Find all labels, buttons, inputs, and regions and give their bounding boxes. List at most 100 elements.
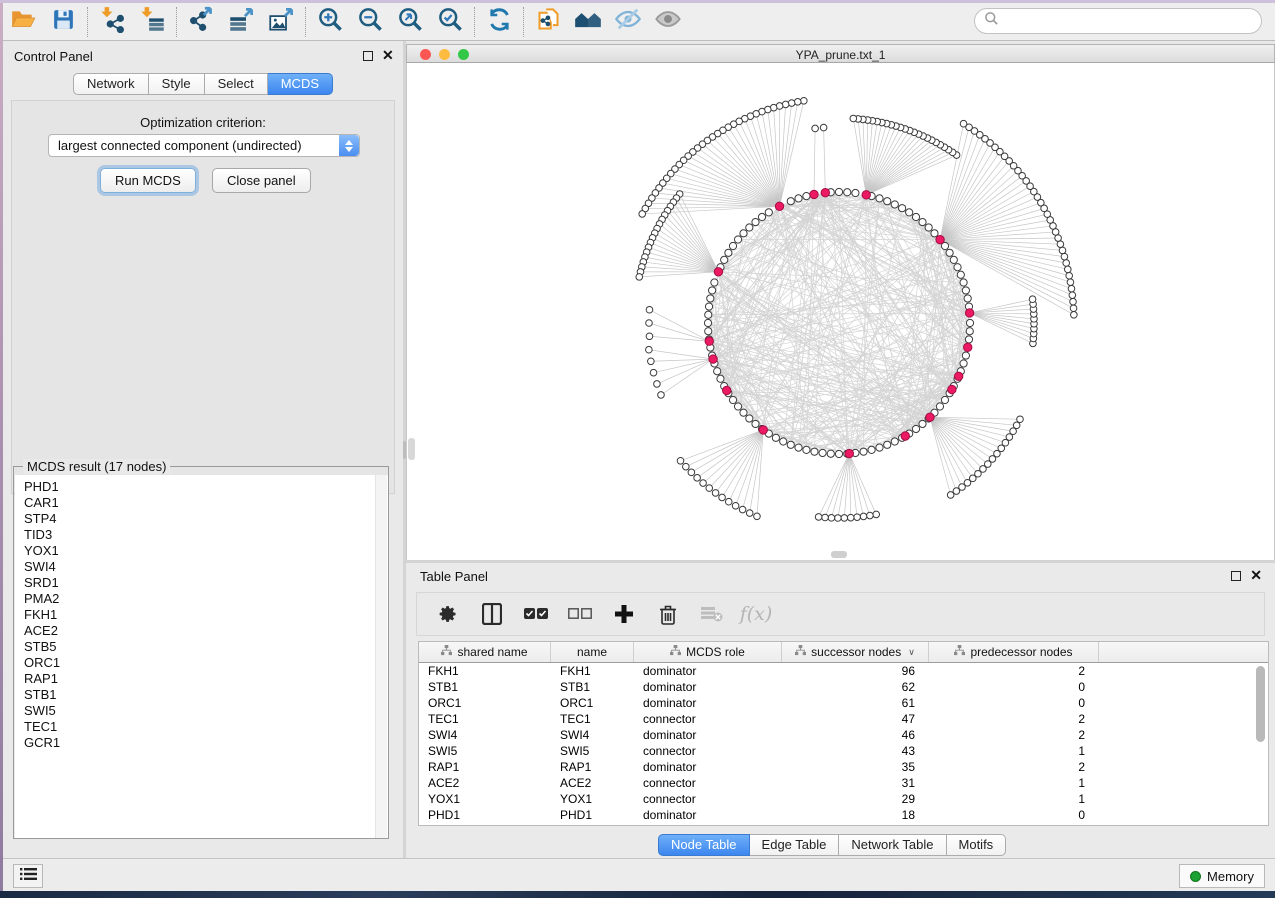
dominator-node[interactable]	[901, 432, 909, 440]
cell-name[interactable]: ORC1	[551, 695, 634, 711]
network-node[interactable]	[787, 441, 794, 448]
satellite-node[interactable]	[739, 506, 746, 513]
cell-successor-nodes[interactable]: 62	[782, 679, 929, 695]
tab-network[interactable]: Network	[73, 73, 149, 95]
close-table-panel-icon[interactable]: ✕	[1250, 567, 1262, 584]
network-node[interactable]	[721, 256, 728, 263]
network-node[interactable]	[912, 425, 919, 432]
table-row[interactable]: FKH1FKH1dominator962	[419, 663, 1268, 679]
satellite-node[interactable]	[850, 115, 857, 122]
satellite-node[interactable]	[1069, 292, 1076, 299]
mcds-result-item[interactable]: TEC1	[24, 719, 388, 735]
cell-mcds-role[interactable]: dominator	[634, 695, 782, 711]
satellite-node[interactable]	[1059, 247, 1066, 254]
network-node[interactable]	[899, 205, 906, 212]
cell-name[interactable]: SWI5	[551, 743, 634, 759]
cell-mcds-role[interactable]: dominator	[634, 679, 782, 695]
network-node[interactable]	[765, 209, 772, 216]
network-node[interactable]	[729, 242, 736, 249]
tab-style[interactable]: Style	[149, 73, 205, 95]
satellite-node[interactable]	[646, 320, 653, 327]
dominator-node[interactable]	[862, 191, 870, 199]
satellite-node[interactable]	[1067, 279, 1074, 286]
cell-name[interactable]: TEC1	[551, 711, 634, 727]
satellite-node[interactable]	[754, 513, 761, 520]
satellite-node[interactable]	[650, 369, 657, 376]
add-column-plus-icon[interactable]	[611, 601, 637, 627]
satellite-node[interactable]	[812, 125, 819, 132]
dominator-node[interactable]	[714, 268, 722, 276]
dominator-node[interactable]	[948, 385, 956, 393]
cell-shared-name[interactable]: RAP1	[419, 759, 551, 775]
tab-motifs[interactable]: Motifs	[947, 834, 1007, 856]
satellite-node[interactable]	[820, 124, 827, 131]
network-node[interactable]	[960, 279, 967, 286]
network-node[interactable]	[954, 264, 961, 271]
network-node[interactable]	[931, 230, 938, 237]
cell-shared-name[interactable]: PHD1	[419, 807, 551, 823]
mcds-result-item[interactable]: SWI5	[24, 703, 388, 719]
satellite-node[interactable]	[1070, 298, 1077, 305]
satellite-node[interactable]	[636, 274, 643, 281]
satellite-node[interactable]	[828, 515, 835, 522]
network-node[interactable]	[787, 198, 794, 205]
network-node[interactable]	[868, 446, 875, 453]
cell-successor-nodes[interactable]: 29	[782, 791, 929, 807]
show-all-button[interactable]	[648, 6, 688, 38]
cell-predecessor-nodes[interactable]: 1	[929, 743, 1099, 759]
cell-predecessor-nodes[interactable]: 2	[929, 727, 1099, 743]
cell-shared-name[interactable]: SWI5	[419, 743, 551, 759]
cell-name[interactable]: STB1	[551, 679, 634, 695]
satellite-node[interactable]	[646, 306, 653, 313]
dominator-node[interactable]	[821, 189, 829, 197]
satellite-node[interactable]	[1070, 305, 1077, 312]
network-node[interactable]	[957, 271, 964, 278]
satellite-node[interactable]	[677, 457, 684, 464]
cell-shared-name[interactable]: ACE2	[419, 775, 551, 791]
cell-mcds-role[interactable]: dominator	[634, 807, 782, 823]
network-node[interactable]	[746, 415, 753, 422]
task-history-button[interactable]	[13, 864, 43, 888]
satellite-node[interactable]	[654, 381, 661, 388]
network-node[interactable]	[758, 213, 765, 220]
table-row[interactable]: SWI5SWI5connector431	[419, 743, 1268, 759]
table-row[interactable]: PHD1PHD1dominator180	[419, 807, 1268, 823]
mcds-result-item[interactable]: SRD1	[24, 575, 388, 591]
float-table-panel-icon[interactable]	[1231, 571, 1241, 581]
refresh-button[interactable]	[479, 6, 519, 38]
tab-network-table[interactable]: Network Table	[839, 834, 946, 856]
table-row[interactable]: TEC1TEC1connector472	[419, 711, 1268, 727]
satellite-node[interactable]	[746, 510, 753, 517]
table-row[interactable]: STB1STB1dominator620	[419, 679, 1268, 695]
network-node[interactable]	[950, 256, 957, 263]
close-panel-button[interactable]: Close panel	[212, 168, 311, 193]
satellite-node[interactable]	[646, 346, 653, 353]
cell-successor-nodes[interactable]: 18	[782, 807, 929, 823]
satellite-node[interactable]	[639, 211, 646, 218]
network-node[interactable]	[714, 368, 721, 375]
satellite-node[interactable]	[960, 120, 967, 127]
network-node[interactable]	[827, 450, 834, 457]
import-table-button[interactable]	[132, 6, 172, 38]
dominator-node[interactable]	[775, 202, 783, 210]
hide-selected-button[interactable]	[608, 6, 648, 38]
mcds-result-item[interactable]: YOX1	[24, 543, 388, 559]
network-node[interactable]	[964, 295, 971, 302]
cell-name[interactable]: SWI4	[551, 727, 634, 743]
network-node[interactable]	[711, 279, 718, 286]
mcds-result-item[interactable]: RAP1	[24, 671, 388, 687]
clone-network-button[interactable]	[528, 6, 568, 38]
cell-name[interactable]: ACE2	[551, 775, 634, 791]
satellite-node[interactable]	[725, 498, 732, 505]
dominator-node[interactable]	[965, 309, 973, 317]
network-node[interactable]	[919, 420, 926, 427]
satellite-node[interactable]	[1063, 260, 1070, 267]
network-node[interactable]	[884, 441, 891, 448]
network-node[interactable]	[734, 236, 741, 243]
network-node[interactable]	[919, 218, 926, 225]
close-panel-icon[interactable]: ✕	[382, 47, 394, 64]
satellite-node[interactable]	[1017, 416, 1024, 423]
column-header-mcds-role[interactable]: MCDS role	[634, 642, 782, 662]
satellite-node[interactable]	[801, 97, 808, 104]
satellite-node[interactable]	[648, 358, 655, 365]
